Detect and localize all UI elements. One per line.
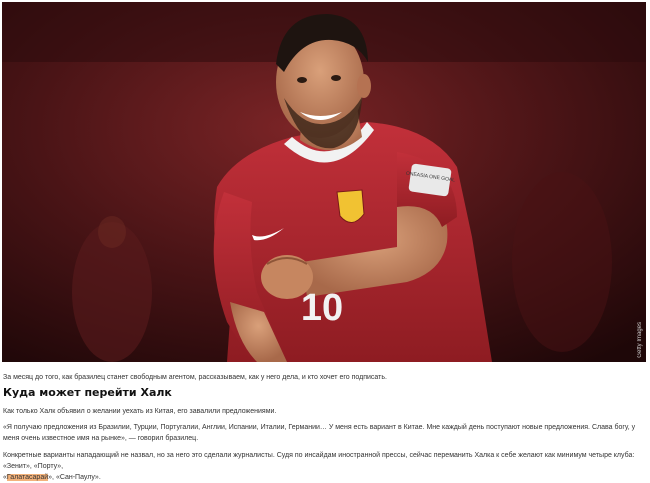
quote-paragraph: «Я получаю предложения из Бразилии, Турц… [3,424,636,442]
jersey-number: 10 [301,287,343,329]
club-link-galatasaray[interactable]: Галатасарай [6,474,49,481]
section-heading: Куда может перейти Халк [3,386,172,399]
article-photo: ONEASIA ONE GOAL 10 Getty Images [2,2,646,362]
club-link-sao-paulo[interactable]: «Сан-Паулу» [56,474,99,481]
sentence-end: . [98,474,101,481]
club-separator: », [48,474,56,481]
paragraph-clubs: Конкретные варианты нападающий не назвал… [3,450,643,483]
article-page: ONEASIA ONE GOAL 10 Getty Images За меся… [0,0,650,481]
paragraph-clubs-text: Конкретные варианты нападающий не назвал… [3,452,635,470]
photo-credit: Getty Images [637,322,643,358]
article-lead: За месяц до того, как бразилец станет св… [3,374,387,381]
player-photo-illustration: ONEASIA ONE GOAL 10 [2,2,646,362]
paragraph-1: Как только Халк объявил о желании уехать… [3,408,277,415]
